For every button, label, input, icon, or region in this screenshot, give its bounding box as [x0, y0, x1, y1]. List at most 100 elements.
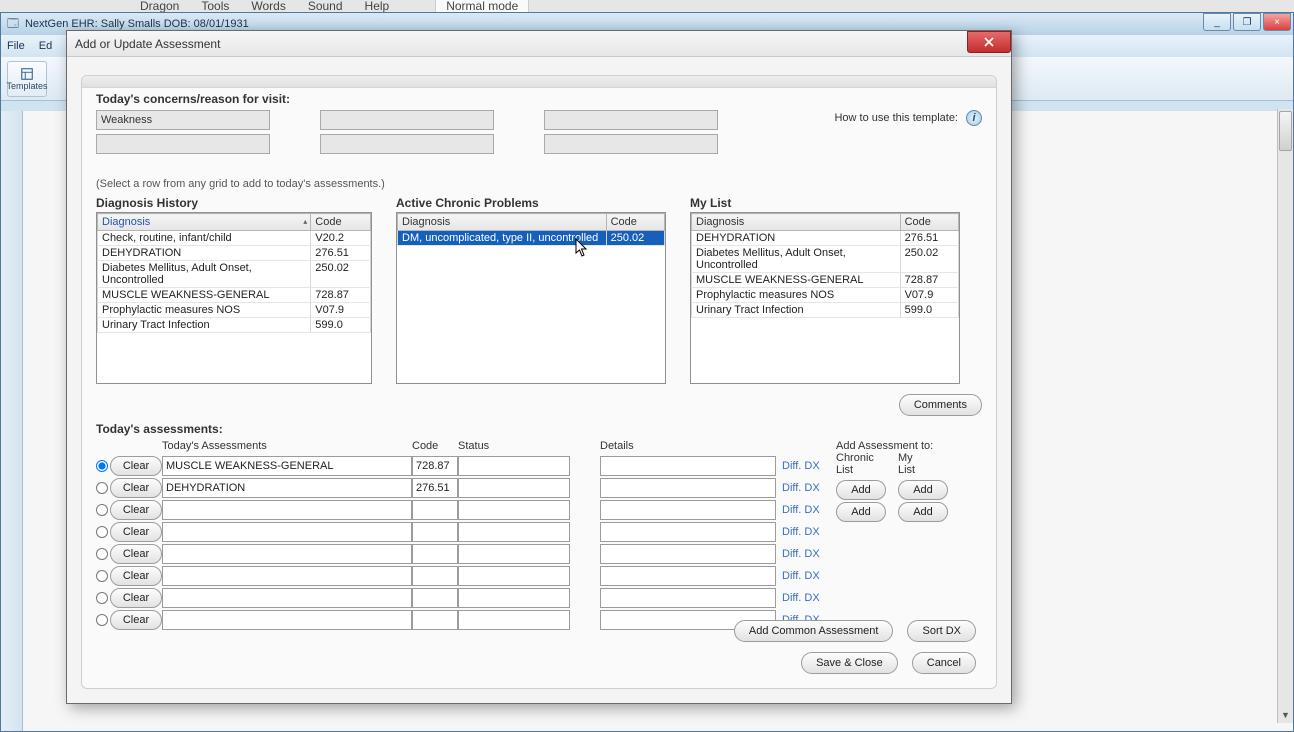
assessment-code-input[interactable] [412, 588, 458, 608]
comments-button[interactable]: Comments [899, 394, 982, 416]
assessment-details-input[interactable] [600, 456, 776, 476]
concern-input-6[interactable] [544, 134, 718, 154]
clear-button[interactable]: Clear [110, 566, 162, 586]
assessment-details-input[interactable] [600, 500, 776, 520]
concern-input-1[interactable] [96, 110, 270, 130]
col-diagnosis[interactable]: Diagnosis▴ [98, 214, 311, 231]
assessment-details-input[interactable] [600, 478, 776, 498]
add-chronic-button[interactable]: Add [836, 480, 886, 500]
table-row[interactable]: Prophylactic measures NOSV07.9 [98, 303, 371, 318]
table-row[interactable]: MUSCLE WEAKNESS-GENERAL728.87 [98, 288, 371, 303]
dialog-close-button[interactable] [967, 31, 1011, 53]
assessment-details-input[interactable] [600, 522, 776, 542]
clear-button[interactable]: Clear [110, 522, 162, 542]
clear-button[interactable]: Clear [110, 610, 162, 630]
table-row[interactable]: Diabetes Mellitus, Adult Onset, Uncontro… [692, 246, 959, 273]
assessment-radio[interactable] [96, 504, 108, 516]
scroll-thumb[interactable] [1279, 111, 1292, 151]
table-row[interactable]: Prophylactic measures NOSV07.9 [692, 288, 959, 303]
col-diagnosis[interactable]: Diagnosis [398, 214, 607, 231]
clear-button[interactable]: Clear [110, 456, 162, 476]
col-code[interactable]: Code [311, 214, 371, 231]
minimize-button[interactable]: _ [1203, 13, 1231, 31]
assessment-name-input[interactable] [162, 456, 412, 476]
assessment-code-input[interactable] [412, 610, 458, 630]
clear-button[interactable]: Clear [110, 500, 162, 520]
mylist-grid[interactable]: Diagnosis Code DEHYDRATION276.51 Diabete… [690, 212, 960, 384]
assessment-name-input[interactable] [162, 566, 412, 586]
assessment-status-input[interactable] [458, 478, 570, 498]
table-row[interactable]: MUSCLE WEAKNESS-GENERAL728.87 [692, 273, 959, 288]
menu-file[interactable]: File [7, 40, 25, 52]
table-row[interactable]: DEHYDRATION276.51 [98, 246, 371, 261]
diff-dx-link[interactable]: Diff. DX [776, 460, 824, 472]
col-code[interactable]: Code [606, 214, 664, 231]
assessment-radio[interactable] [96, 548, 108, 560]
clear-button[interactable]: Clear [110, 588, 162, 608]
scroll-down-icon[interactable]: ▼ [1278, 707, 1293, 723]
assessment-code-input[interactable] [412, 566, 458, 586]
assessment-code-input[interactable] [412, 456, 458, 476]
concern-input-4[interactable] [320, 134, 494, 154]
assessment-name-input[interactable] [162, 522, 412, 542]
concern-input-3[interactable] [320, 110, 494, 130]
info-icon[interactable]: i [966, 110, 982, 126]
table-row[interactable]: Urinary Tract Infection599.0 [692, 303, 959, 318]
save-close-button[interactable]: Save & Close [801, 652, 898, 674]
assessment-code-input[interactable] [412, 522, 458, 542]
assessment-radio[interactable] [96, 614, 108, 626]
chronic-grid[interactable]: Diagnosis Code DM, uncomplicated, type I… [396, 212, 666, 384]
assessment-code-input[interactable] [412, 544, 458, 564]
diff-dx-link[interactable]: Diff. DX [776, 570, 824, 582]
assessment-status-input[interactable] [458, 456, 570, 476]
assessment-name-input[interactable] [162, 610, 412, 630]
close-button[interactable]: × [1263, 13, 1291, 31]
menu-edit[interactable]: Ed [39, 40, 52, 52]
sort-dx-button[interactable]: Sort DX [907, 620, 976, 642]
clear-button[interactable]: Clear [110, 478, 162, 498]
assessment-status-input[interactable] [458, 588, 570, 608]
templates-button[interactable]: Templates [7, 61, 47, 97]
assessment-status-input[interactable] [458, 566, 570, 586]
assessment-status-input[interactable] [458, 500, 570, 520]
diff-dx-link[interactable]: Diff. DX [776, 548, 824, 560]
table-row[interactable]: Check, routine, infant/childV20.2 [98, 231, 371, 246]
diag-history-grid[interactable]: Diagnosis▴ Code Check, routine, infant/c… [96, 212, 372, 384]
assessment-name-input[interactable] [162, 500, 412, 520]
maximize-button[interactable]: ❐ [1233, 13, 1261, 31]
concern-input-5[interactable] [544, 110, 718, 130]
assessment-radio[interactable] [96, 592, 108, 604]
col-diagnosis[interactable]: Diagnosis [692, 214, 901, 231]
assessment-radio[interactable] [96, 570, 108, 582]
assessment-status-input[interactable] [458, 544, 570, 564]
assessment-status-input[interactable] [458, 610, 570, 630]
assessment-radio[interactable] [96, 460, 108, 472]
assessment-name-input[interactable] [162, 544, 412, 564]
add-mylist-button[interactable]: Add [898, 480, 948, 500]
diff-dx-link[interactable]: Diff. DX [776, 504, 824, 516]
assessment-details-input[interactable] [600, 566, 776, 586]
add-chronic-button[interactable]: Add [836, 502, 886, 522]
assessment-name-input[interactable] [162, 588, 412, 608]
add-common-assessment-button[interactable]: Add Common Assessment [734, 620, 894, 642]
table-row[interactable]: DEHYDRATION276.51 [692, 231, 959, 246]
assessment-details-input[interactable] [600, 544, 776, 564]
assessment-radio[interactable] [96, 482, 108, 494]
assessment-code-input[interactable] [412, 478, 458, 498]
assessment-status-input[interactable] [458, 522, 570, 542]
table-row[interactable]: Diabetes Mellitus, Adult Onset, Uncontro… [98, 261, 371, 288]
diff-dx-link[interactable]: Diff. DX [776, 526, 824, 538]
col-code[interactable]: Code [900, 214, 958, 231]
cancel-button[interactable]: Cancel [912, 652, 976, 674]
assessment-name-input[interactable] [162, 478, 412, 498]
clear-button[interactable]: Clear [110, 544, 162, 564]
assessment-radio[interactable] [96, 526, 108, 538]
add-mylist-button[interactable]: Add [898, 502, 948, 522]
table-row[interactable]: Urinary Tract Infection599.0 [98, 318, 371, 333]
assessment-code-input[interactable] [412, 500, 458, 520]
concern-input-2[interactable] [96, 134, 270, 154]
diff-dx-link[interactable]: Diff. DX [776, 592, 824, 604]
vertical-scrollbar[interactable]: ▲ ▼ [1277, 109, 1293, 723]
assessment-details-input[interactable] [600, 588, 776, 608]
diff-dx-link[interactable]: Diff. DX [776, 482, 824, 494]
